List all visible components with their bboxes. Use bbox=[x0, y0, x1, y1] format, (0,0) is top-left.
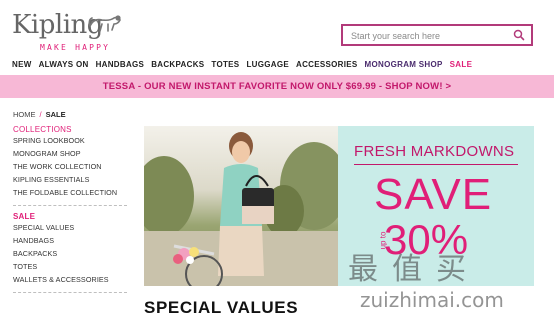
breadcrumb-home[interactable]: HOME bbox=[13, 110, 36, 119]
kipling-logo[interactable]: Kipling MAKE HAPPY bbox=[12, 10, 122, 56]
section-title: SPECIAL VALUES bbox=[144, 298, 299, 317]
sidebar-item-work-collection[interactable]: THE WORK COLLECTION bbox=[13, 162, 129, 171]
watermark-url: zuizhimai.com bbox=[360, 288, 504, 312]
nav-new[interactable]: NEW bbox=[12, 60, 32, 69]
breadcrumb: HOME / SALE bbox=[13, 110, 129, 119]
sidebar-item-backpacks[interactable]: BACKPACKS bbox=[13, 249, 129, 258]
nav-handbags[interactable]: HANDBAGS bbox=[96, 60, 145, 69]
sidebar-item-spring-lookbook[interactable]: SPRING LOOKBOOK bbox=[13, 136, 129, 145]
breadcrumb-separator: / bbox=[39, 110, 42, 119]
sale-heading[interactable]: SALE bbox=[13, 212, 129, 221]
sidebar-divider bbox=[13, 205, 127, 206]
woman-with-bike-image bbox=[144, 132, 338, 286]
watermark-logo: 最值买 bbox=[348, 252, 480, 287]
search-box[interactable] bbox=[341, 24, 533, 46]
search-input[interactable] bbox=[343, 27, 503, 45]
nav-luggage[interactable]: LUGGAGE bbox=[246, 60, 289, 69]
hero-photo bbox=[144, 126, 338, 286]
hero-save-text: SAVE bbox=[374, 170, 493, 219]
sidebar-item-handbags[interactable]: HANDBAGS bbox=[13, 236, 129, 245]
search-icon[interactable] bbox=[513, 29, 525, 41]
nav-sale[interactable]: SALE bbox=[450, 60, 473, 69]
sidebar-item-foldable-collection[interactable]: THE FOLDABLE COLLECTION bbox=[13, 188, 129, 197]
sidebar: HOME / SALE COLLECTIONS SPRING LOOKBOOK MO… bbox=[13, 110, 129, 299]
sidebar-item-special-values[interactable]: SPECIAL VALUES bbox=[13, 223, 129, 232]
monkey-logo-icon bbox=[88, 15, 121, 32]
hero-divider bbox=[354, 164, 518, 165]
sidebar-item-kipling-essentials[interactable]: KIPLING ESSENTIALS bbox=[13, 175, 129, 184]
nav-always-on[interactable]: ALWAYS ON bbox=[39, 60, 89, 69]
promo-banner[interactable]: TESSA - OUR NEW INSTANT FAVORITE NOW ONL… bbox=[0, 75, 554, 98]
sidebar-divider bbox=[13, 292, 127, 293]
logo-tagline: MAKE HAPPY bbox=[40, 43, 111, 52]
sidebar-item-totes[interactable]: TOTES bbox=[13, 262, 129, 271]
collections-heading[interactable]: COLLECTIONS bbox=[13, 125, 129, 134]
hero-headline: FRESH MARKDOWNS bbox=[354, 143, 515, 160]
main-nav: NEW ALWAYS ON HANDBAGS BACKPACKS TOTES L… bbox=[12, 60, 472, 69]
nav-totes[interactable]: TOTES bbox=[211, 60, 239, 69]
sidebar-item-monogram-shop[interactable]: MONOGRAM SHOP bbox=[13, 149, 129, 158]
nav-accessories[interactable]: ACCESSORIES bbox=[296, 60, 358, 69]
nav-backpacks[interactable]: BACKPACKS bbox=[151, 60, 204, 69]
breadcrumb-current: SALE bbox=[45, 110, 66, 119]
sidebar-item-wallets-accessories[interactable]: WALLETS & ACCESSORIES bbox=[13, 275, 129, 284]
nav-monogram-shop[interactable]: MONOGRAM SHOP bbox=[365, 60, 443, 69]
